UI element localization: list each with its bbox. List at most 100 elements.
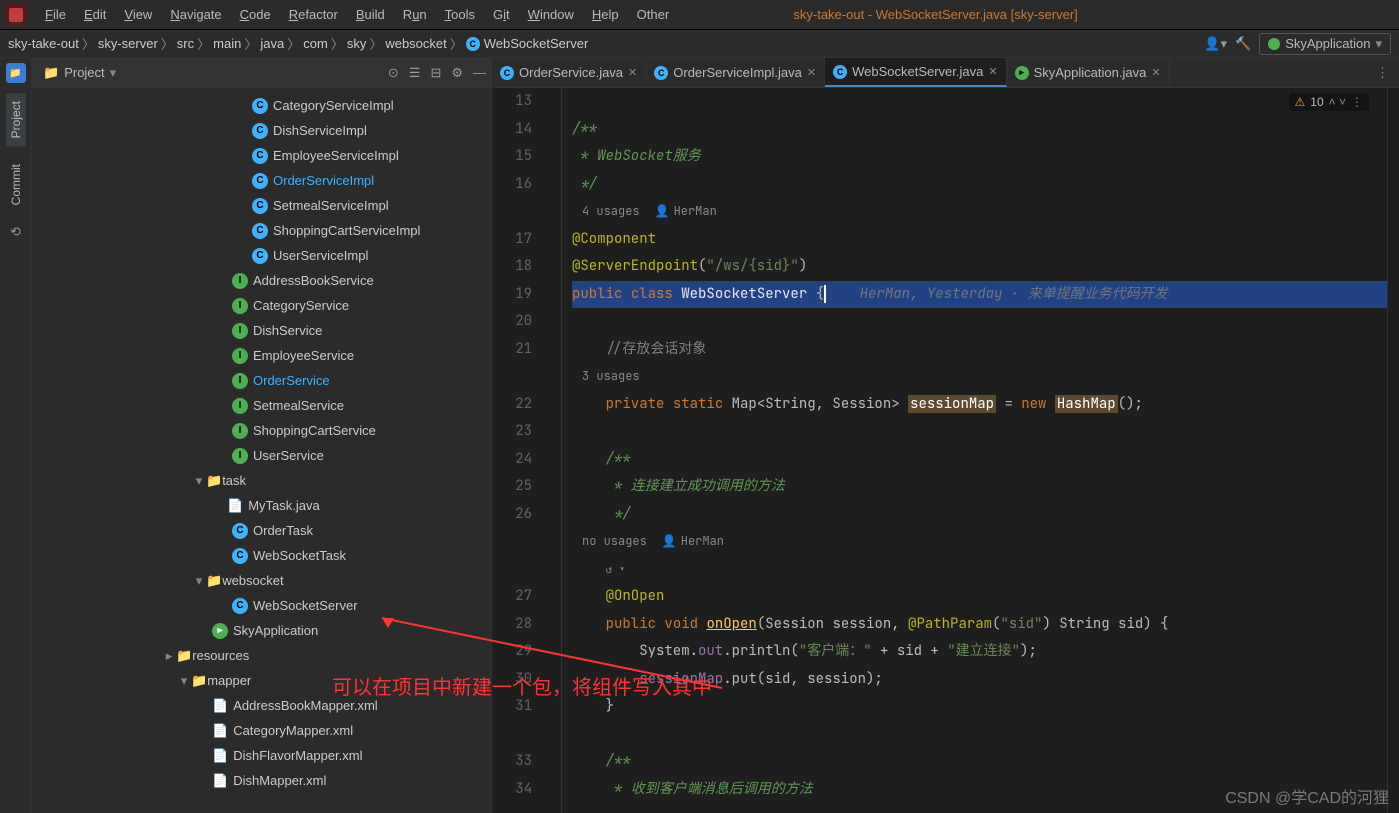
tree-item[interactable]: ▾📁 websocket — [32, 568, 491, 593]
interface-icon: I — [232, 448, 248, 464]
project-tree[interactable]: CCategoryServiceImplCDishServiceImplCEmp… — [32, 88, 491, 813]
run-config-selector[interactable]: SkyApplication ▾ — [1259, 33, 1391, 55]
tree-item[interactable]: ▸SkyApplication — [32, 618, 491, 643]
tree-item[interactable]: 📄DishFlavorMapper.xml — [32, 743, 491, 768]
xml-file-icon: 📄 — [212, 748, 228, 764]
tree-item[interactable]: 📄DishMapper.xml — [32, 768, 491, 793]
class-icon: C — [232, 598, 248, 614]
select-opened-icon[interactable]: ⊙ — [388, 65, 399, 81]
hammer-icon[interactable]: 🔨 — [1235, 36, 1251, 52]
project-tab[interactable]: Project — [6, 93, 26, 146]
class-icon: C — [252, 223, 268, 239]
crumb-4[interactable]: java — [260, 36, 284, 51]
tree-item[interactable]: CCategoryServiceImpl — [32, 93, 491, 118]
tree-item[interactable]: CShoppingCartServiceImpl — [32, 218, 491, 243]
tree-item[interactable]: CWebSocketTask — [32, 543, 491, 568]
tree-item[interactable]: 📄CategoryMapper.xml — [32, 718, 491, 743]
menu-edit[interactable]: Edit — [76, 4, 114, 25]
expand-all-icon[interactable]: ☰ — [409, 65, 421, 81]
tree-item[interactable]: CUserServiceImpl — [32, 243, 491, 268]
editor-tabs: COrderService.java✕COrderServiceImpl.jav… — [492, 58, 1399, 88]
tree-item[interactable]: IShoppingCartService — [32, 418, 491, 443]
interface-icon: I — [232, 273, 248, 289]
menu-view[interactable]: View — [116, 4, 160, 25]
tree-item[interactable]: ▸📁 resources — [32, 643, 491, 668]
tree-item[interactable]: CSetmealServiceImpl — [32, 193, 491, 218]
editor-tab[interactable]: ▸SkyApplication.java✕ — [1007, 58, 1170, 87]
crumb-3[interactable]: main — [213, 36, 241, 51]
run-icon: ▸ — [1015, 66, 1029, 80]
tree-item[interactable]: IUserService — [32, 443, 491, 468]
menu-refactor[interactable]: Refactor — [281, 4, 346, 25]
menu-git[interactable]: Git — [485, 4, 518, 25]
tree-item[interactable]: CEmployeeServiceImpl — [32, 143, 491, 168]
tree-item[interactable]: 📄MyTask.java — [32, 493, 491, 518]
tree-item[interactable]: CDishServiceImpl — [32, 118, 491, 143]
crumb-0[interactable]: sky-take-out — [8, 36, 79, 51]
editor-tab[interactable]: COrderServiceImpl.java✕ — [646, 58, 825, 87]
crumb-8[interactable]: CWebSocketServer — [466, 36, 589, 51]
left-gutter: 📁 Project Commit ⟲ — [0, 58, 32, 813]
crumb-1[interactable]: sky-server — [98, 36, 158, 51]
tree-item[interactable]: COrderServiceImpl — [32, 168, 491, 193]
tree-item[interactable]: IDishService — [32, 318, 491, 343]
code-area[interactable]: 1314151617181920212223242526272829303133… — [492, 88, 1399, 813]
interface-icon: I — [232, 323, 248, 339]
crumb-5[interactable]: com — [303, 36, 328, 51]
menu-window[interactable]: Window — [520, 4, 582, 25]
watermark: CSDN @学CAD的河狸 — [1225, 784, 1389, 808]
fold-gutter[interactable] — [542, 88, 562, 813]
folder-icon: 📁 — [176, 648, 192, 664]
editor-tab[interactable]: CWebSocketServer.java✕ — [825, 58, 1007, 87]
close-icon[interactable]: ✕ — [807, 66, 816, 79]
class-icon: C — [252, 98, 268, 114]
tree-item[interactable]: 📄AddressBookMapper.xml — [32, 693, 491, 718]
interface-icon: I — [232, 423, 248, 439]
more-tabs-icon[interactable]: ⋮ — [1366, 65, 1399, 81]
settings-icon[interactable]: ⚙ — [451, 65, 463, 81]
error-stripe[interactable] — [1387, 88, 1399, 813]
tree-item[interactable]: ▾📁 task — [32, 468, 491, 493]
tree-item[interactable]: IEmployeeService — [32, 343, 491, 368]
tree-item[interactable]: IOrderService — [32, 368, 491, 393]
code-content[interactable]: /** * WebSocket服务 */4 usages👤HerMan@Comp… — [562, 88, 1387, 813]
menu-navigate[interactable]: Navigate — [162, 4, 229, 25]
tree-item[interactable]: IAddressBookService — [32, 268, 491, 293]
class-icon: C — [252, 198, 268, 214]
menu-help[interactable]: Help — [584, 4, 627, 25]
close-icon[interactable]: ✕ — [1151, 66, 1160, 79]
crumb-7[interactable]: websocket — [385, 36, 446, 51]
tree-item[interactable]: CWebSocketServer — [32, 593, 491, 618]
close-icon[interactable]: ✕ — [988, 65, 997, 78]
crumb-2[interactable]: src — [177, 36, 194, 51]
menu-run[interactable]: Run — [395, 4, 435, 25]
gutter[interactable]: 1314151617181920212223242526272829303133… — [492, 88, 542, 813]
close-icon[interactable]: ✕ — [628, 66, 637, 79]
commit-tab[interactable]: Commit — [6, 156, 26, 213]
editor-area: COrderService.java✕COrderServiceImpl.jav… — [492, 58, 1399, 813]
menu-other[interactable]: Other — [629, 4, 678, 25]
tree-item[interactable]: ICategoryService — [32, 293, 491, 318]
project-panel: 📁 Project ▾ ⊙ ☰ ⊟ ⚙ — CCategoryServiceIm… — [32, 58, 492, 813]
commit-icon[interactable]: ⟲ — [10, 224, 21, 240]
menu-code[interactable]: Code — [232, 4, 279, 25]
menu-build[interactable]: Build — [348, 4, 393, 25]
xml-file-icon: 📄 — [212, 723, 228, 739]
tree-item[interactable]: COrderTask — [32, 518, 491, 543]
menu-file[interactable]: File — [37, 4, 74, 25]
user-icon[interactable]: 👤▾ — [1204, 36, 1227, 52]
project-tool-icon[interactable]: 📁 — [6, 63, 26, 83]
collapse-all-icon[interactable]: ⊟ — [430, 65, 441, 81]
editor-tab[interactable]: COrderService.java✕ — [492, 58, 646, 87]
class-icon: C — [232, 548, 248, 564]
project-header[interactable]: 📁 Project ▾ — [37, 63, 122, 83]
tree-item[interactable]: ▾📁 mapper — [32, 668, 491, 693]
warnings-badge[interactable]: ⚠ 10 ˄ ˅ ⋮ — [1289, 93, 1369, 111]
tree-item[interactable]: ISetmealService — [32, 393, 491, 418]
menu-tools[interactable]: Tools — [437, 4, 483, 25]
class-icon: C — [252, 248, 268, 264]
window-title: sky-take-out - WebSocketServer.java [sky… — [793, 7, 1077, 22]
crumb-6[interactable]: sky — [347, 36, 367, 51]
hide-icon[interactable]: — — [473, 65, 486, 81]
class-icon: C — [654, 66, 668, 80]
